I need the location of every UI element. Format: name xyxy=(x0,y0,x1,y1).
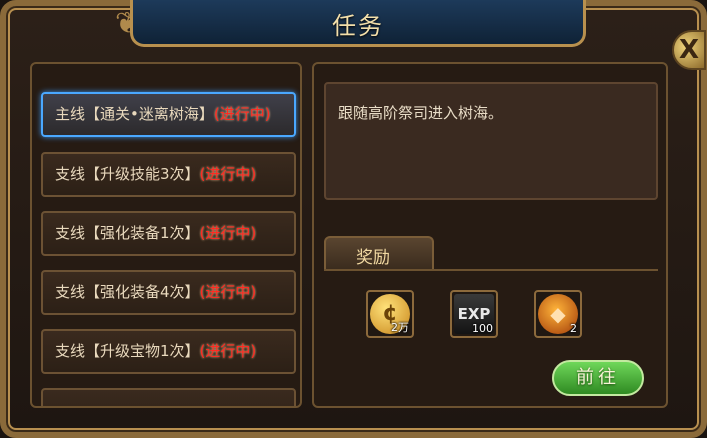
quest-item-side-enhance-1[interactable]: 支线【强化装备1次】(进行中) xyxy=(41,211,296,256)
reward-gold[interactable]: ¢ 2万 xyxy=(366,290,414,338)
quest-status: (进行中) xyxy=(199,165,257,183)
quest-name: 支线【强化装备1次】 xyxy=(55,224,200,242)
quest-detail-panel: 跟随高阶祭司进入树海。 奖励 ¢ 2万 EXP 100 ◆ 2 前往 xyxy=(312,62,668,408)
reward-gem[interactable]: ◆ 2 xyxy=(534,290,582,338)
quest-status: (进行中) xyxy=(199,224,257,242)
quest-description: 跟随高阶祭司进入树海。 xyxy=(338,104,504,122)
quest-status: (进行中) xyxy=(199,283,257,301)
quest-name: 支线【升级宝物1次】 xyxy=(55,342,200,360)
quest-name: 主线【通关•迷离树海】 xyxy=(55,105,214,123)
quest-item-main[interactable]: 主线【通关•迷离树海】(进行中) xyxy=(41,92,296,137)
quest-status: (进行中) xyxy=(199,342,257,360)
quest-item-side-skill[interactable]: 支线【升级技能3次】(进行中) xyxy=(41,152,296,197)
quest-item-partial[interactable] xyxy=(41,388,296,406)
reward-count: 2万 xyxy=(391,321,409,334)
ornament-left-icon: ❦ xyxy=(114,6,140,41)
go-button[interactable]: 前往 xyxy=(552,360,644,396)
window-title: 任务 xyxy=(332,12,384,40)
title-bar: 任务 xyxy=(130,0,586,47)
reward-tab: 奖励 xyxy=(324,236,434,270)
quest-item-side-treasure[interactable]: 支线【升级宝物1次】(进行中) xyxy=(41,329,296,374)
close-button[interactable]: X xyxy=(672,30,706,70)
reward-divider xyxy=(324,269,658,271)
quest-item-side-enhance-4[interactable]: 支线【强化装备4次】(进行中) xyxy=(41,270,296,315)
reward-tab-label: 奖励 xyxy=(356,248,390,268)
quest-status: (进行中) xyxy=(213,105,271,123)
reward-exp[interactable]: EXP 100 xyxy=(450,290,498,338)
reward-count: 100 xyxy=(472,322,493,335)
quest-description-box: 跟随高阶祭司进入树海。 xyxy=(324,82,658,200)
quest-name: 支线【升级技能3次】 xyxy=(55,165,200,183)
close-icon: X xyxy=(678,35,700,65)
reward-count: 2 xyxy=(570,322,577,335)
quest-list: 主线【通关•迷离树海】(进行中) 支线【升级技能3次】(进行中) 支线【强化装备… xyxy=(30,62,302,408)
quest-name: 支线【强化装备4次】 xyxy=(55,283,200,301)
